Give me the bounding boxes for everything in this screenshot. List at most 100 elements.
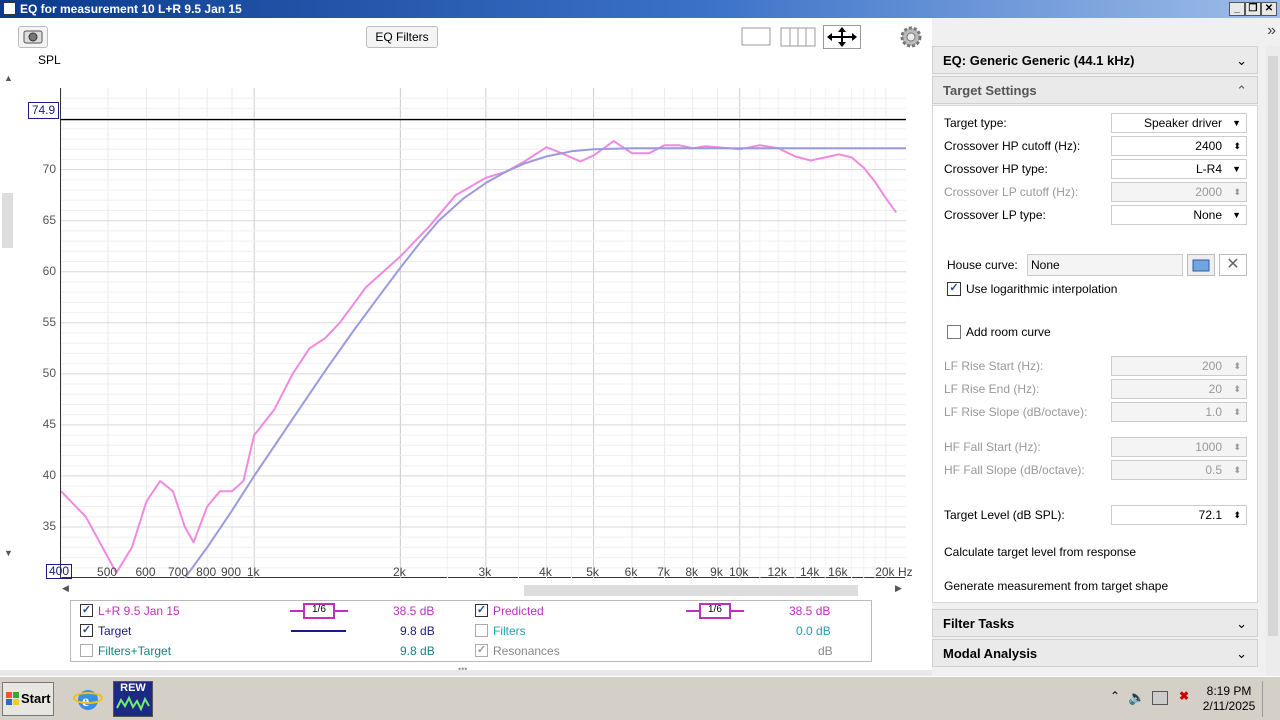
- target-type-select[interactable]: Speaker driver ▼: [1111, 113, 1247, 133]
- generate-measurement-button[interactable]: Generate measurement from target shape: [944, 576, 1168, 596]
- legend-checkbox-filters-target[interactable]: [80, 644, 93, 657]
- measurement-curve: [60, 140, 898, 574]
- eq-header-title: EQ: Generic Generic (44.1 kHz): [943, 53, 1135, 68]
- x-tick-label: 12k: [767, 565, 787, 579]
- start-label: Start: [21, 691, 51, 706]
- action-center-icon[interactable]: ✖: [1176, 689, 1192, 705]
- screenshot-button[interactable]: [18, 26, 48, 48]
- cursor-value-box: 74.9: [28, 102, 59, 119]
- internet-explorer-button[interactable]: e: [72, 683, 104, 715]
- legend-checkbox-resonances[interactable]: ✓: [475, 644, 488, 657]
- side-scrollbar-thumb[interactable]: [1268, 56, 1278, 636]
- camera-icon: [23, 30, 43, 44]
- x-tick-label: 900: [220, 565, 241, 579]
- lf-rise-slope-spinner[interactable]: 1.0 ⬍: [1111, 402, 1247, 422]
- collapse-panel-icon[interactable]: »: [1267, 22, 1276, 40]
- minimize-button[interactable]: _: [1229, 2, 1245, 16]
- target-settings-header[interactable]: Target Settings ⌃: [932, 76, 1258, 104]
- lp-cutoff-spinner[interactable]: 2000 ⬍: [1111, 182, 1247, 202]
- show-desktop-button[interactable]: [1262, 681, 1278, 717]
- room-curve-checkbox[interactable]: [947, 325, 961, 339]
- dropdown-arrow-icon: ▼: [1232, 210, 1241, 220]
- hp-type-label: Crossover HP type:: [944, 162, 1048, 176]
- legend-label-resonances: Resonances: [493, 644, 560, 658]
- taskbar: Start e REW ⌃ 🔈 ✖ 8:19 PM 2/11/2025: [0, 676, 1280, 720]
- side-panel-scrollbar[interactable]: [1266, 46, 1280, 676]
- hp-cutoff-value: 2400: [1195, 139, 1222, 153]
- multi-graph-button[interactable]: [779, 26, 817, 48]
- x-tick-label: 16k: [828, 565, 848, 579]
- hf-fall-start-spinner[interactable]: 1000 ⬍: [1111, 437, 1247, 457]
- legend-value-resonances: dB: [818, 644, 833, 658]
- single-graph-button[interactable]: [738, 26, 774, 48]
- frequency-response-chart[interactable]: [60, 88, 906, 579]
- smoothing-label-measurement: 1/6: [312, 604, 326, 615]
- clock-time: 8:19 PM: [1206, 684, 1252, 698]
- legend-checkbox-predicted[interactable]: ✓: [475, 604, 488, 617]
- eq-filters-button[interactable]: EQ Filters: [366, 26, 438, 48]
- lf-rise-start-spinner[interactable]: 200 ⬍: [1111, 356, 1247, 376]
- y-scrollbar-thumb[interactable]: [2, 193, 13, 248]
- x-scrollbar-thumb[interactable]: [524, 585, 858, 596]
- spinner-arrows-icon: ⬍: [1233, 361, 1241, 371]
- y-tick-label: 65: [42, 212, 56, 227]
- legend-checkbox-filters[interactable]: [475, 624, 488, 637]
- hf-fall-slope-label: HF Fall Slope (dB/octave):: [944, 463, 1085, 477]
- clock[interactable]: 8:19 PM 2/11/2025: [1198, 684, 1260, 714]
- target-level-label: Target Level (dB SPL):: [944, 508, 1065, 522]
- log-interpolation-checkbox[interactable]: ✓: [947, 282, 961, 296]
- lf-rise-end-spinner[interactable]: 20 ⬍: [1111, 379, 1247, 399]
- x-tick-label: 7k: [657, 565, 670, 579]
- y-scroll-down-arrow[interactable]: ▼: [4, 548, 13, 558]
- legend-label-measurement: L+R 9.5 Jan 15: [98, 604, 180, 618]
- legend-value-filters-target: 9.8 dB: [400, 644, 435, 658]
- settings-button[interactable]: [899, 25, 923, 49]
- x-scroll-right-arrow[interactable]: ▶: [895, 583, 902, 594]
- volume-icon[interactable]: 🔈: [1128, 689, 1145, 706]
- legend-checkbox-target[interactable]: ✓: [80, 624, 93, 637]
- browse-house-curve-button[interactable]: [1187, 254, 1215, 276]
- smoothing-label-predicted: 1/6: [708, 604, 722, 615]
- modal-analysis-header[interactable]: Modal Analysis ⌄: [932, 639, 1258, 667]
- hp-cutoff-spinner[interactable]: 2400 ⬍: [1111, 136, 1247, 156]
- windows-logo-icon: [6, 692, 19, 705]
- room-curve-label: Add room curve: [966, 325, 1051, 339]
- line-style-target[interactable]: [290, 623, 348, 639]
- lp-cutoff-value: 2000: [1195, 185, 1222, 199]
- single-view-icon: [741, 27, 771, 46]
- gear-icon: [900, 26, 922, 48]
- title-bar: EQ for measurement 10 L+R 9.5 Jan 15 _ ❐…: [0, 0, 1280, 18]
- spinner-arrows-icon: ⬍: [1233, 465, 1241, 475]
- spinner-arrows-icon: ⬍: [1233, 510, 1241, 520]
- clock-date: 2/11/2025: [1202, 699, 1256, 713]
- lp-type-select[interactable]: None ▼: [1111, 205, 1247, 225]
- start-button[interactable]: Start: [2, 682, 54, 716]
- rew-taskbar-button[interactable]: REW: [113, 681, 153, 717]
- move-arrows-icon: [827, 27, 857, 47]
- target-level-spinner[interactable]: 72.1 ⬍: [1111, 505, 1247, 525]
- restore-button[interactable]: ❐: [1245, 2, 1261, 16]
- y-tick-label: 35: [42, 518, 56, 533]
- calculate-target-level-button[interactable]: Calculate target level from response: [944, 542, 1136, 562]
- show-hidden-icons[interactable]: ⌃: [1110, 689, 1120, 703]
- legend-checkbox-measurement[interactable]: ✓: [80, 604, 93, 617]
- x-tick-label: 5k: [586, 565, 599, 579]
- x-scroll-left-arrow[interactable]: ◀: [62, 583, 69, 594]
- side-panel-top-strip: »: [932, 18, 1280, 46]
- house-curve-field[interactable]: None: [1027, 254, 1183, 276]
- y-tick-label: 50: [42, 365, 56, 380]
- hf-fall-slope-spinner[interactable]: 0.5 ⬍: [1111, 460, 1247, 480]
- hf-fall-start-label: HF Fall Start (Hz):: [944, 440, 1041, 454]
- clear-house-curve-button[interactable]: ✕: [1219, 254, 1247, 276]
- filter-tasks-header[interactable]: Filter Tasks ⌄: [932, 609, 1258, 637]
- y-scroll-up-arrow[interactable]: ▲: [4, 73, 13, 83]
- plot-area[interactable]: [60, 88, 906, 579]
- house-curve-label: House curve:: [947, 258, 1018, 272]
- lp-type-value: None: [1193, 208, 1222, 222]
- close-button[interactable]: ✕: [1261, 2, 1277, 16]
- hp-type-select[interactable]: L-R4 ▼: [1111, 159, 1247, 179]
- eq-header[interactable]: EQ: Generic Generic (44.1 kHz) ⌄: [932, 46, 1258, 74]
- network-icon[interactable]: [1152, 691, 1168, 705]
- folder-icon: [1192, 259, 1210, 272]
- pan-zoom-button[interactable]: [823, 25, 861, 49]
